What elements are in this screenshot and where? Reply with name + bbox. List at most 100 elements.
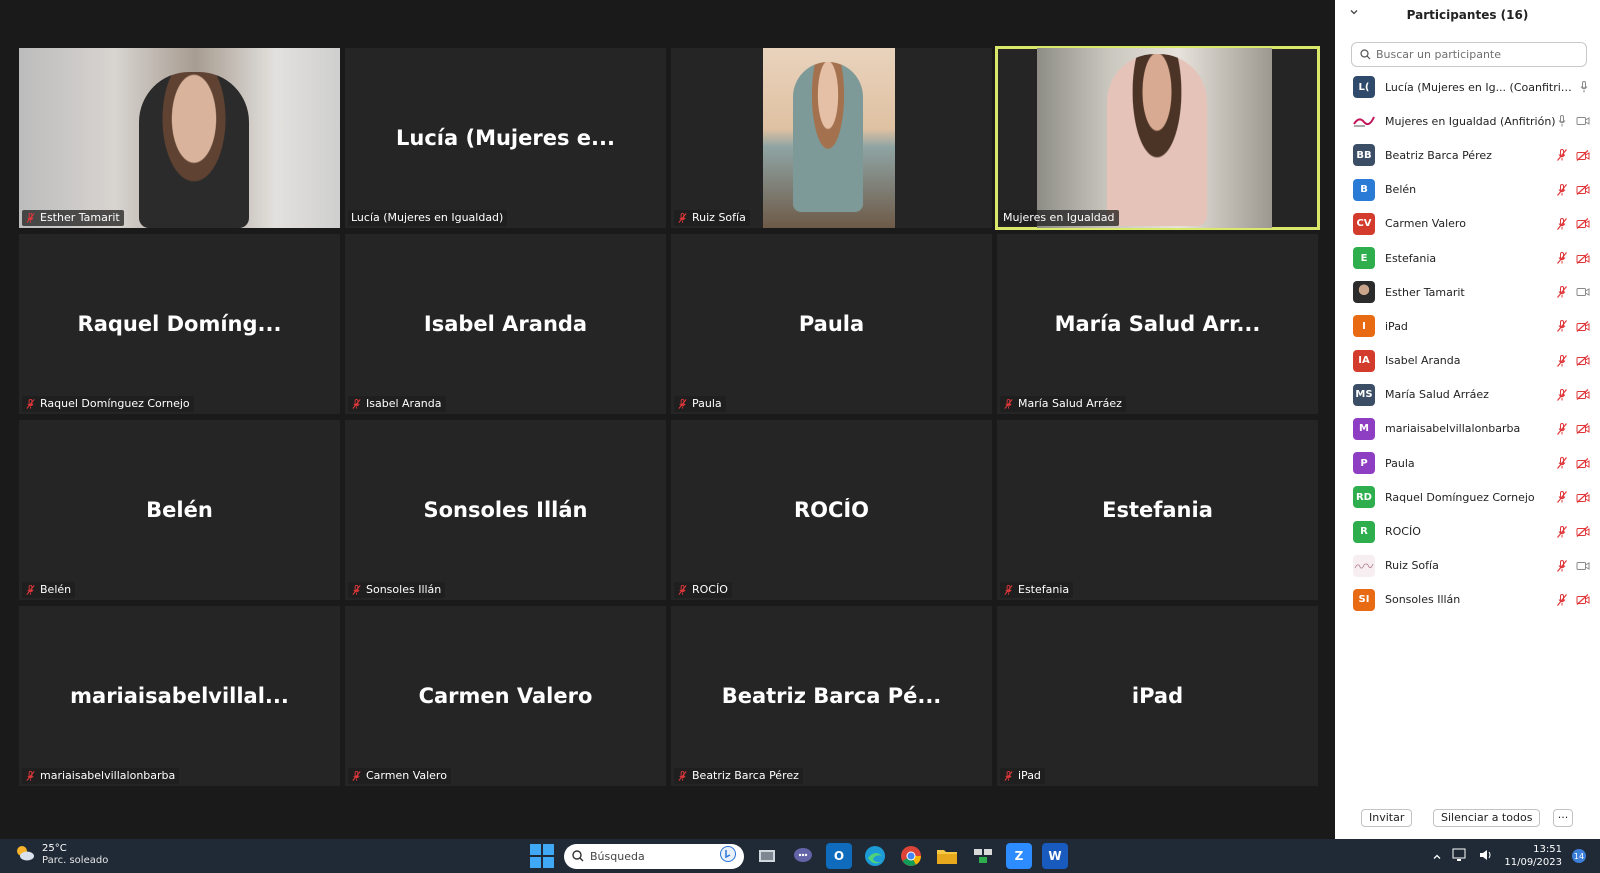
mic-muted-icon[interactable] [1556,593,1568,606]
edge-icon[interactable] [862,843,888,869]
mic-muted-icon[interactable] [1556,217,1568,230]
mic-icon[interactable] [1578,81,1590,94]
video-tile[interactable]: Carmen Valero Carmen Valero [345,606,666,786]
word-icon[interactable]: W [1042,843,1068,869]
participant-video [1037,48,1272,228]
video-tile[interactable]: Belén Belén [19,420,340,600]
zoom-app-icon[interactable]: Z [1006,843,1032,869]
mic-muted-icon[interactable] [1556,183,1568,196]
participant-row[interactable]: IiPad [1335,309,1600,343]
participant-row[interactable]: R ROCÍO [1335,514,1600,548]
video-tile[interactable]: mariaisabelvillal... mariaisabelvillalonb… [19,606,340,786]
outlook-icon[interactable]: O [826,843,852,869]
participant-row[interactable]: Ruiz Sofía [1335,549,1600,583]
video-off-icon[interactable] [1576,423,1590,435]
tile-display-name: Isabel Aranda [423,312,588,336]
participant-row[interactable]: CV Carmen Valero [1335,207,1600,241]
participant-row[interactable]: B Belén [1335,173,1600,207]
video-icon[interactable] [1576,287,1590,298]
participant-row[interactable]: P Paula [1335,446,1600,480]
file-explorer-icon[interactable] [934,843,960,869]
mic-muted-icon [25,212,36,224]
participant-row[interactable]: L(Lucía (Mujeres en Ig... (Coanfitrión, … [1335,70,1600,104]
mic-muted-icon[interactable] [1556,320,1568,333]
video-icon[interactable] [1576,116,1590,127]
video-tile[interactable]: Ruiz Sofía [671,48,992,228]
mic-muted-icon[interactable] [1556,525,1568,538]
participant-row[interactable]: SI Sonsoles Illán [1335,583,1600,617]
participant-search[interactable] [1351,42,1587,67]
mic-muted-icon[interactable] [1556,559,1568,572]
video-tile[interactable]: Raquel Domíng... Raquel Domínguez Cornejo [19,234,340,414]
video-off-icon[interactable] [1576,218,1590,230]
tile-name-label: Mujeres en Igualdad [1000,210,1119,226]
participant-row[interactable]: Mmariaisabelvillalonbarba [1335,412,1600,446]
video-tile[interactable]: Esther Tamarit [19,48,340,228]
mic-muted-icon[interactable] [1556,457,1568,470]
video-off-icon[interactable] [1576,355,1590,367]
video-off-icon[interactable] [1576,526,1590,538]
video-tile[interactable]: Estefania Estefania [997,420,1318,600]
mic-muted-icon[interactable] [1556,491,1568,504]
video-tile[interactable]: Paula Paula [671,234,992,414]
participant-row[interactable]: E Estefania [1335,241,1600,275]
video-tile[interactable]: ROCÍO ROCÍO [671,420,992,600]
mic-muted-icon[interactable] [1556,388,1568,401]
video-tile[interactable]: Mujeres en Igualdad [995,46,1320,230]
video-tile[interactable]: Beatriz Barca Pé... Beatriz Barca Pérez [671,606,992,786]
mic-muted-icon [351,770,362,782]
network-icon[interactable] [1452,847,1468,866]
video-off-icon[interactable] [1576,594,1590,606]
mute-all-button[interactable]: Silenciar a todos [1433,809,1541,827]
notification-badge[interactable]: 14 [1572,849,1586,863]
video-off-icon[interactable] [1576,457,1590,469]
taskbar-search[interactable]: Búsqueda [564,843,744,869]
participant-status-icons [1556,320,1590,333]
video-off-icon[interactable] [1576,389,1590,401]
invite-button[interactable]: Invitar [1361,809,1413,827]
video-tile[interactable]: Isabel Aranda Isabel Aranda [345,234,666,414]
mic-muted-icon[interactable] [1556,286,1568,299]
more-options-button[interactable]: ··· [1553,809,1573,827]
task-view-icon[interactable] [754,843,780,869]
participant-row[interactable]: BB Beatriz Barca Pérez [1335,138,1600,172]
video-tile[interactable]: iPad iPad [997,606,1318,786]
participant-name: Carmen Valero [1385,217,1466,231]
search-input[interactable] [1376,48,1576,61]
participant-name: Belén [1385,183,1417,197]
participant-row[interactable]: Esther Tamarit [1335,275,1600,309]
network-app-icon[interactable] [970,843,996,869]
mic-icon[interactable] [1556,115,1568,128]
video-tile[interactable]: María Salud Arr... María Salud Arráez [997,234,1318,414]
video-off-icon[interactable] [1576,320,1590,332]
tile-name-label: Isabel Aranda [348,396,446,412]
participant-row[interactable]: Mujeres en Igualdad (Anfitrión) [1335,104,1600,138]
weather-widget[interactable]: 25°C Parc. soleado [14,843,108,867]
video-off-icon[interactable] [1576,252,1590,264]
mic-muted-icon [351,398,362,410]
chevron-up-icon[interactable] [1432,847,1442,866]
participant-row[interactable]: RD Raquel Domínguez Cornejo [1335,480,1600,514]
windows-start-icon[interactable] [530,844,554,868]
participant-row[interactable]: IA Isabel Aranda [1335,344,1600,378]
mic-muted-icon[interactable] [1556,354,1568,367]
mic-muted-icon[interactable] [1556,149,1568,162]
mic-muted-icon[interactable] [1556,252,1568,265]
mic-muted-icon[interactable] [1556,422,1568,435]
tile-name-label: Sonsoles Illán [348,582,446,598]
video-tile[interactable]: Lucía (Mujeres e... Lucía (Mujeres en Igu… [345,48,666,228]
video-icon[interactable] [1576,560,1590,571]
participant-name: Sonsoles Illán [1385,593,1461,607]
video-tile[interactable]: Sonsoles Illán Sonsoles Illán [345,420,666,600]
chrome-icon[interactable] [898,843,924,869]
video-off-icon[interactable] [1576,184,1590,196]
video-off-icon[interactable] [1576,491,1590,503]
clock[interactable]: 13:51 11/09/2023 [1504,843,1562,869]
tile-label-text: Carmen Valero [366,769,447,782]
teams-chat-icon[interactable] [790,843,816,869]
volume-icon[interactable] [1478,847,1494,866]
participant-row[interactable]: MS María Salud Arráez [1335,378,1600,412]
participant-status-icons [1556,422,1590,435]
participant-avatar: M [1353,417,1375,440]
video-off-icon[interactable] [1576,149,1590,161]
